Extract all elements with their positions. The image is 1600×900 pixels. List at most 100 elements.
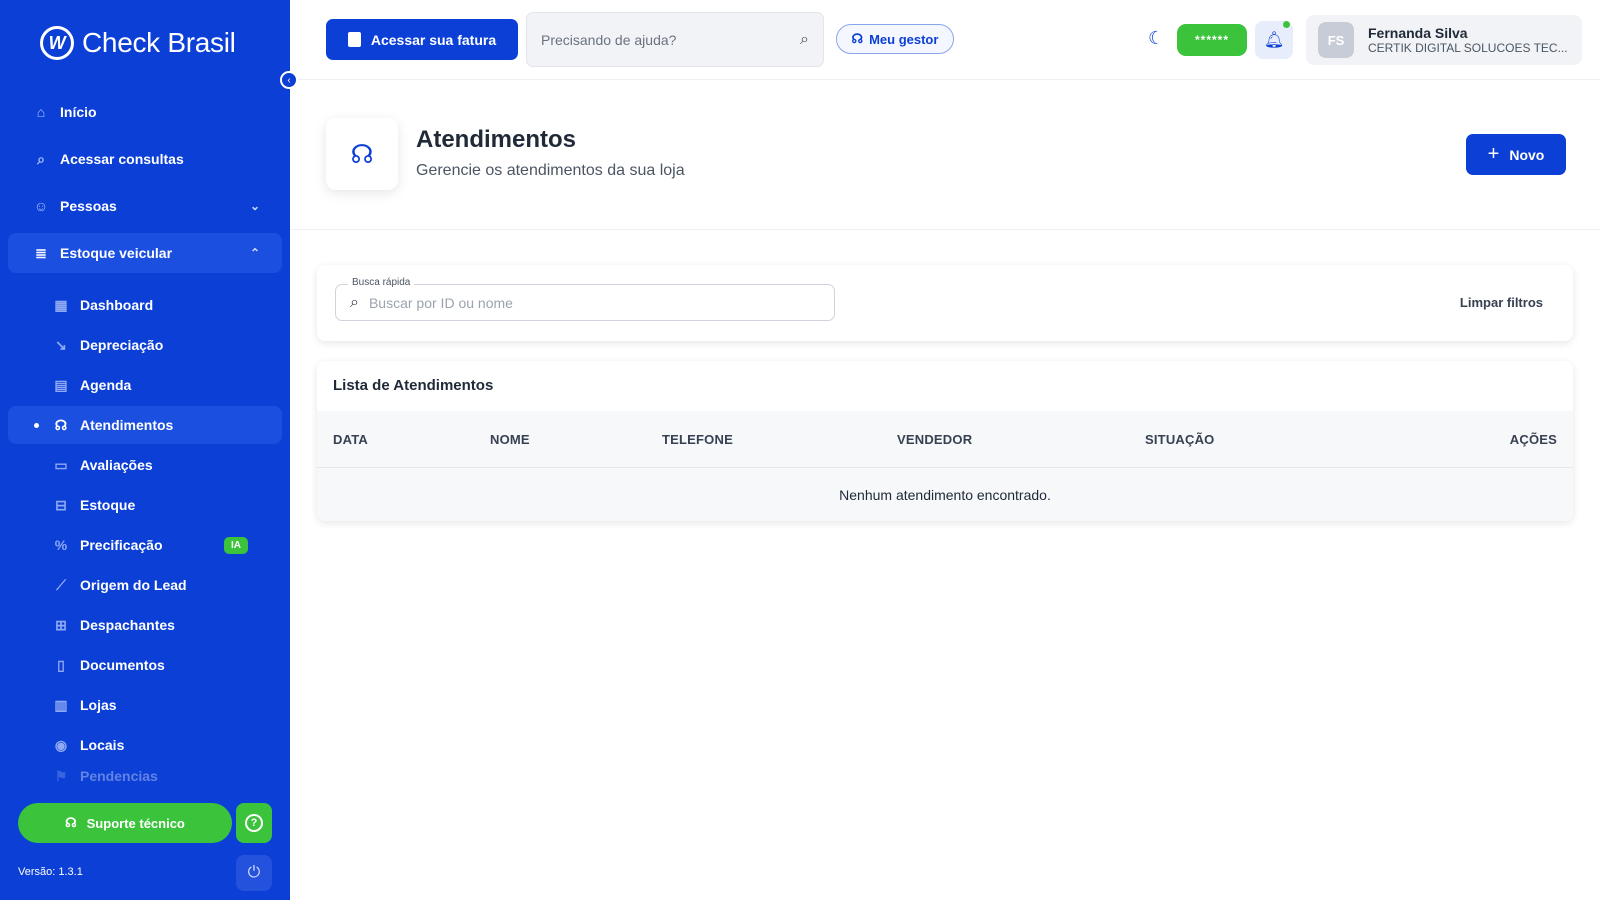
sidebar-subitem-pendencias[interactable]: ⚑ Pendencias <box>8 766 282 786</box>
sidebar-subitem-lojas[interactable]: ▥ Lojas <box>8 686 282 724</box>
page-subtitle: Gerencie os atendimentos da sua loja <box>416 162 685 179</box>
table-header-row: DATA NOME TELEFONE VENDEDOR SITUAÇÃO AÇÕ… <box>317 411 1573 468</box>
moon-icon: ☾ <box>1148 28 1165 48</box>
sidebar-item-inicio[interactable]: ⌂ Início <box>8 92 282 132</box>
sidebar-subitem-label: Depreciação <box>80 337 164 353</box>
sidebar-subitem-label: Locais <box>80 737 125 753</box>
help-search-input[interactable] <box>541 31 801 48</box>
user-company: CERTIK DIGITAL SOLUCOES TEC... <box>1368 41 1568 55</box>
sidebar-subitem-label: Precificação <box>80 537 163 553</box>
power-icon: ⏻ <box>247 864 261 881</box>
location-pin-icon: ◉ <box>54 736 68 753</box>
column-header-nome[interactable]: NOME <box>490 432 530 447</box>
help-search: ⌕ <box>526 12 824 67</box>
sidebar-subitem-estoque[interactable]: ⊟ Estoque <box>8 486 282 524</box>
novo-label: Novo <box>1509 146 1545 163</box>
atendimentos-table-card: Lista de Atendimentos DATA NOME TELEFONE… <box>317 361 1573 521</box>
bell-icon: 🔔︎ <box>1263 32 1285 49</box>
headset-icon: ☊ <box>54 416 68 433</box>
limpar-filtros-button[interactable]: Limpar filtros <box>1460 295 1543 310</box>
novo-button[interactable]: + Novo <box>1466 134 1566 175</box>
version-label: Versão: 1.3.1 <box>18 866 83 878</box>
calendar-icon: ▤ <box>54 376 68 393</box>
collapse-sidebar-button[interactable]: ‹ <box>280 71 298 89</box>
sidebar-subitem-label: Dashboard <box>80 297 154 313</box>
sidebar-item-acessar-consultas[interactable]: ⌕ Acessar consultas <box>8 139 282 179</box>
avatar: FS <box>1318 22 1354 58</box>
sidebar-subitem-documentos[interactable]: ▯ Documentos <box>8 646 282 684</box>
quick-search-input[interactable] <box>368 294 834 311</box>
home-icon: ⌂ <box>36 104 46 120</box>
document-icon: ▯ <box>57 656 65 673</box>
sidebar: W Check Brasil ⌂ Início ⌕ Acessar consul… <box>0 0 290 900</box>
sidebar-subitem-agenda[interactable]: ▤ Agenda <box>8 366 282 404</box>
sidebar-item-label: Estoque veicular <box>60 245 173 261</box>
page-title: Atendimentos <box>416 126 577 153</box>
chevron-down-icon: ⌄ <box>249 199 260 213</box>
search-icon: ⌕ <box>350 293 359 311</box>
sidebar-subitem-avaliacoes[interactable]: ▭ Avaliações <box>8 446 282 484</box>
empty-state-row: Nenhum atendimento encontrado. <box>317 468 1573 521</box>
logout-button[interactable]: ⏻ <box>236 855 272 891</box>
stock-icon: ≣ <box>35 244 47 261</box>
column-header-acoes: AÇÕES <box>1509 432 1557 447</box>
search-icon: ⌕ <box>37 150 45 167</box>
sidebar-subitem-precificacao[interactable]: % Precificação IA <box>8 526 282 564</box>
search-icon[interactable]: ⌕ <box>800 31 809 49</box>
sidebar-subitem-despachantes[interactable]: ⊞ Despachantes <box>8 606 282 644</box>
meu-gestor-label: Meu gestor <box>869 31 939 47</box>
sidebar-subitem-label: Documentos <box>80 657 165 673</box>
quick-search-label: Busca rápida <box>348 277 415 288</box>
sidebar-subitem-label: Agenda <box>80 377 132 393</box>
ia-badge: IA <box>224 536 248 554</box>
flag-icon: ⚑ <box>54 767 68 784</box>
column-header-data[interactable]: DATA <box>333 432 368 447</box>
sidebar-subitem-origem-do-lead[interactable]: ⟋ Origem do Lead <box>8 566 282 604</box>
sidebar-item-pessoas[interactable]: ☺ Pessoas ⌄ <box>8 186 282 226</box>
sidebar-item-estoque-veicular[interactable]: ≣ Estoque veicular ⌃ <box>8 233 282 273</box>
sidebar-item-label: Pessoas <box>60 198 117 214</box>
headset-icon: ☊ <box>326 118 398 190</box>
archive-icon: ▭ <box>54 456 68 473</box>
topbar: Acessar sua fatura ⌕ ☊ Meu gestor ☾ ****… <box>290 0 1600 80</box>
dashboard-icon: ▦ <box>54 296 68 313</box>
dark-mode-toggle[interactable]: ☾ <box>1148 28 1164 49</box>
sidebar-subitem-label: Origem do Lead <box>80 577 187 593</box>
notifications-button[interactable]: 🔔︎ <box>1255 21 1293 59</box>
support-label: Suporte técnico <box>86 815 185 831</box>
headset-icon: ☊ <box>65 815 77 830</box>
brand-mark-icon: W <box>40 26 74 60</box>
brand-logo[interactable]: W Check Brasil <box>40 26 236 60</box>
headset-icon: ☊ <box>851 31 864 46</box>
support-button[interactable]: ☊ Suporte técnico <box>18 803 232 843</box>
question-circle-icon: ? <box>245 814 263 832</box>
sidebar-subitem-atendimentos[interactable]: ☊ Atendimentos <box>8 406 282 444</box>
sidebar-subitem-label: Pendencias <box>80 768 158 784</box>
sidebar-subitem-label: Avaliações <box>80 457 153 473</box>
sidebar-subitem-locais[interactable]: ◉ Locais <box>8 726 282 764</box>
trend-down-icon: ↘ <box>55 336 67 353</box>
sidebar-subitem-label: Atendimentos <box>80 417 174 433</box>
sidebar-item-label: Acessar consultas <box>60 151 184 167</box>
chevron-left-icon: ‹ <box>287 74 291 86</box>
sidebar-subitem-dashboard[interactable]: ▦ Dashboard <box>8 286 282 324</box>
column-header-situacao[interactable]: SITUAÇÃO <box>1145 432 1215 447</box>
active-indicator <box>34 422 39 428</box>
sidebar-subitem-label: Despachantes <box>80 617 175 633</box>
help-button[interactable]: ? <box>236 803 272 843</box>
sidebar-subitem-depreciacao[interactable]: ↘ Depreciação <box>8 326 282 364</box>
store-icon: ▥ <box>54 696 68 713</box>
plus-icon: + <box>1487 143 1500 165</box>
column-header-vendedor[interactable]: VENDEDOR <box>897 432 972 447</box>
car-icon: ⊟ <box>55 496 67 513</box>
notification-dot <box>1283 21 1290 28</box>
masked-pill-button[interactable]: ****** <box>1177 24 1247 56</box>
sidebar-item-label: Início <box>60 104 97 120</box>
acessar-fatura-button[interactable]: Acessar sua fatura <box>326 19 518 60</box>
page-header: ☊ Atendimentos Gerencie os atendimentos … <box>290 80 1600 230</box>
meu-gestor-button[interactable]: ☊ Meu gestor <box>836 24 954 54</box>
chevron-up-icon: ⌃ <box>249 246 260 260</box>
percent-icon: % <box>54 537 68 553</box>
column-header-telefone[interactable]: TELEFONE <box>662 432 733 447</box>
user-menu[interactable]: FS Fernanda Silva CERTIK DIGITAL SOLUCOE… <box>1306 15 1582 65</box>
